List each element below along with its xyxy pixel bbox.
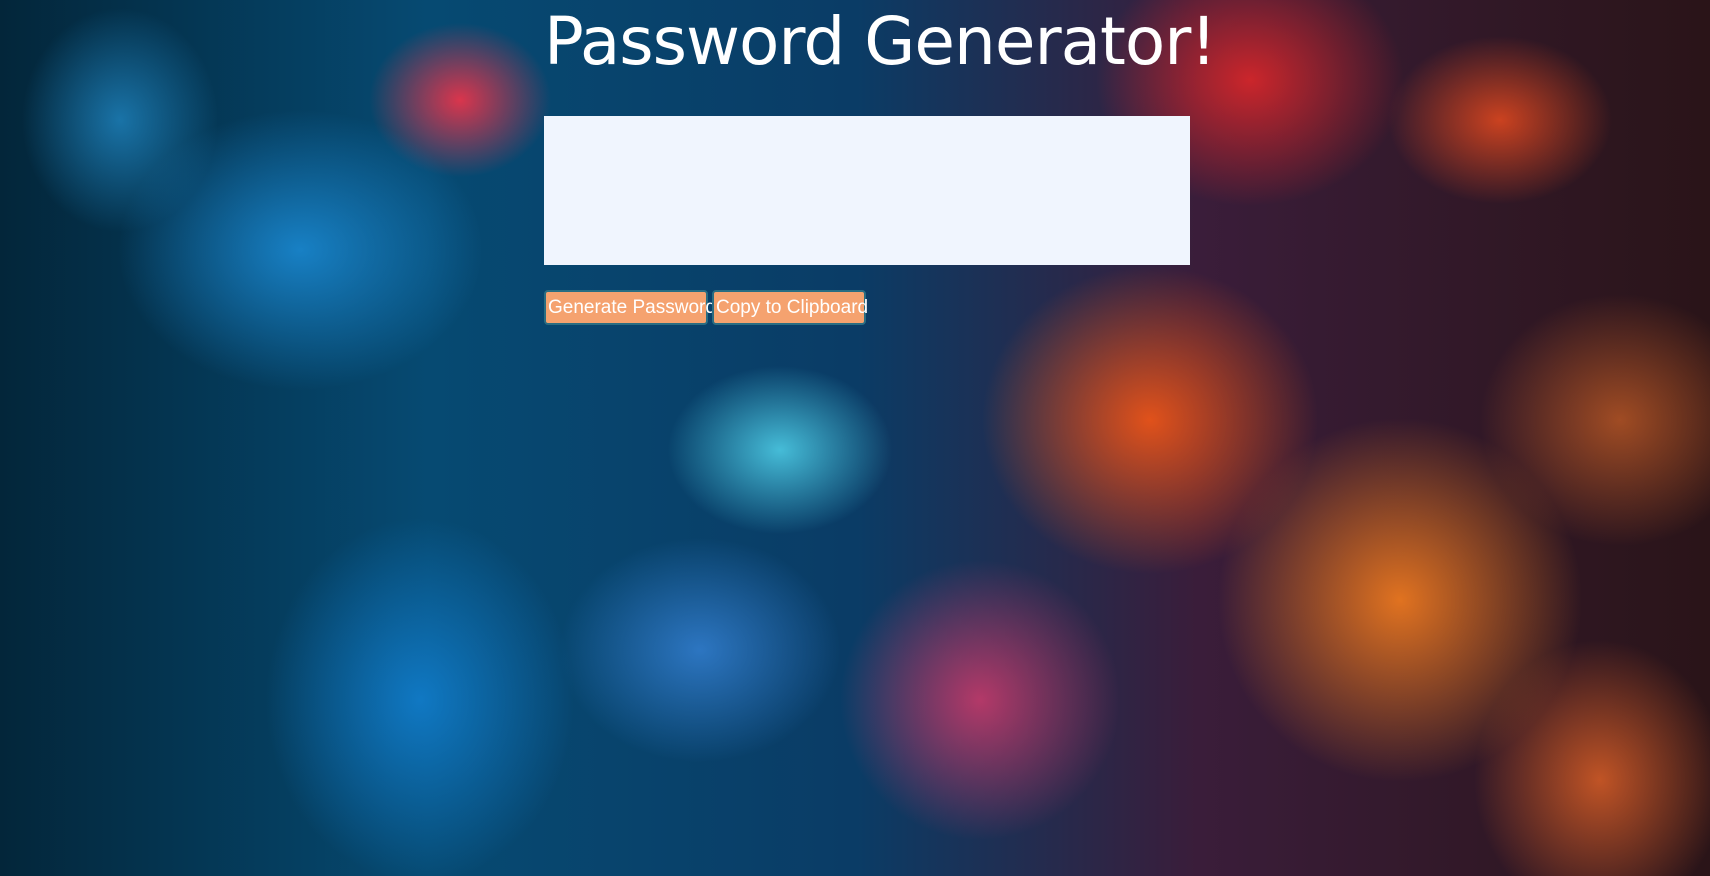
page-title: Password Generator! xyxy=(544,3,1217,80)
generate-password-button[interactable]: Generate Password xyxy=(544,290,716,325)
copy-to-clipboard-button[interactable]: Copy to Clipboard xyxy=(712,290,868,325)
generator-panel: Password Generator! Generate Password Co… xyxy=(544,0,1217,325)
action-buttons: Generate Password Copy to Clipboard xyxy=(544,290,868,325)
password-output-field[interactable] xyxy=(544,116,1190,265)
